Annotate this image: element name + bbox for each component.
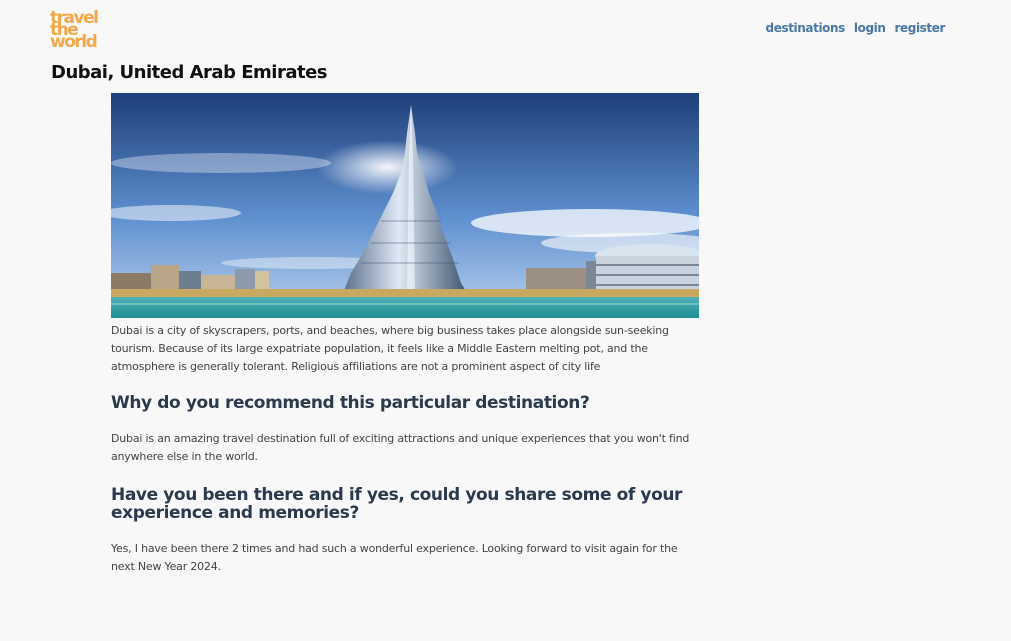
experience-question: Have you been there and if yes, could yo… — [111, 485, 683, 523]
top-nav: destinations login register — [766, 21, 946, 35]
destination-content: Dubai is a city of skyscrapers, ports, a… — [111, 93, 699, 576]
destination-title: Dubai, United Arab Emirates — [51, 62, 328, 83]
nav-login-link[interactable]: login — [854, 21, 886, 35]
nav-register-link[interactable]: register — [895, 21, 946, 35]
experience-answer: Yes, I have been there 2 times and had s… — [111, 542, 678, 573]
travel-the-world-logo[interactable]: travel the world — [50, 10, 110, 52]
nav-destinations-link[interactable]: destinations — [766, 21, 846, 35]
recommendation-answer: Dubai is an amazing travel destination f… — [111, 432, 690, 463]
recommendation-question: Why do you recommend this particular des… — [111, 393, 590, 413]
destination-hero-image — [111, 93, 699, 318]
logo-line-world: world — [50, 32, 98, 52]
page: travel the world destinations login regi… — [0, 0, 1011, 641]
destination-description: Dubai is a city of skyscrapers, ports, a… — [111, 324, 669, 373]
